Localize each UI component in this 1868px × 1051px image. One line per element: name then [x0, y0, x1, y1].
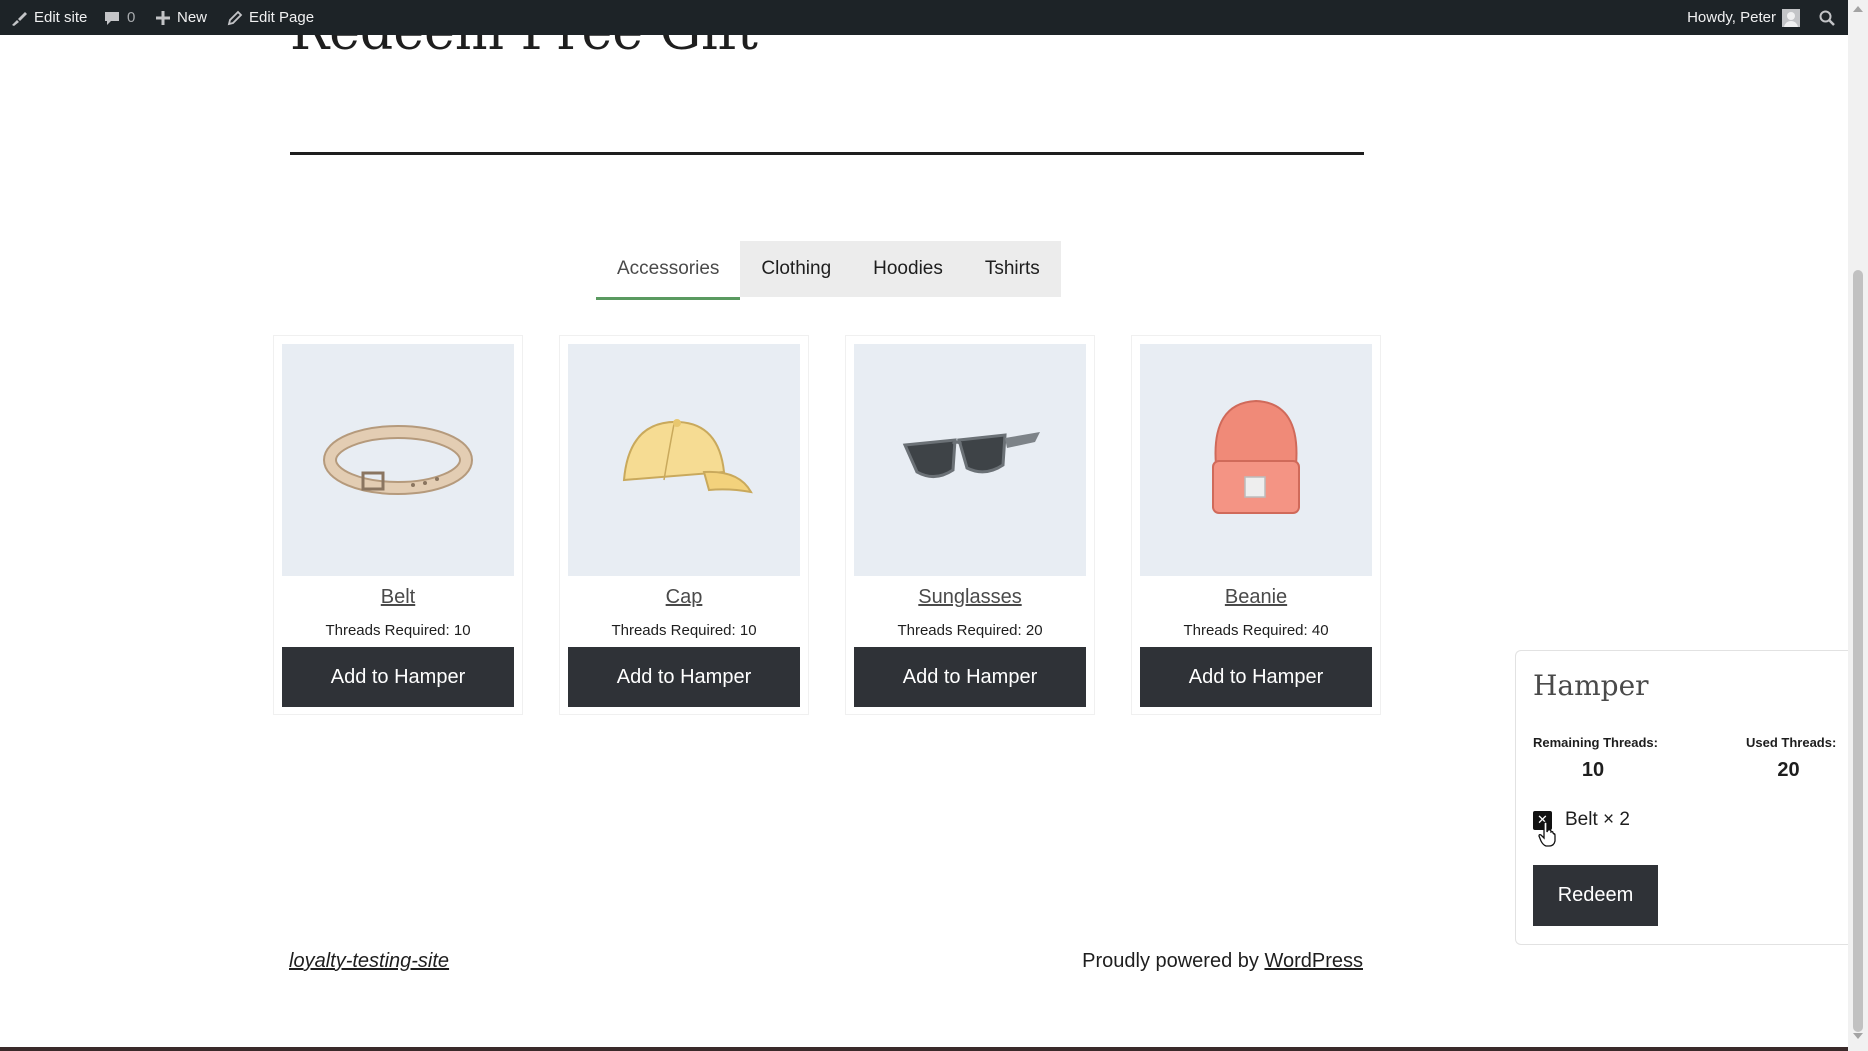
add-to-hamper-beanie-button[interactable]: Add to Hamper [1140, 647, 1372, 707]
scroll-down-arrow-icon[interactable] [1853, 1033, 1863, 1039]
edit-page-label: Edit Page [249, 9, 315, 26]
used-threads-value: 20 [1777, 759, 1800, 781]
threads-required-cap: Threads Required: 10 [611, 622, 757, 639]
tab-tshirts[interactable]: Tshirts [963, 241, 1061, 297]
comments-link[interactable]: 0 [103, 0, 135, 35]
threads-required-beanie: Threads Required: 40 [1183, 622, 1329, 639]
sunglasses-icon [902, 432, 1040, 478]
plus-icon [156, 10, 170, 25]
product-card-cap: Cap Threads Required: 10 Add to Hamper [559, 335, 809, 715]
add-to-hamper-sunglasses-button[interactable]: Add to Hamper [854, 647, 1086, 707]
new-label: New [177, 9, 208, 26]
remaining-threads-label: Remaining Threads: [1533, 735, 1658, 750]
cap-icon [622, 419, 753, 494]
beanie-icon [1212, 399, 1300, 514]
product-image-belt [282, 344, 514, 576]
product-name-sunglasses[interactable]: Sunglasses [846, 586, 1094, 609]
tab-hoodies[interactable]: Hoodies [852, 241, 964, 297]
hamper-title: Hamper [1533, 669, 1649, 702]
product-name-cap[interactable]: Cap [560, 586, 808, 609]
used-threads-label: Used Threads: [1746, 735, 1837, 750]
footer-site-link[interactable]: loyalty-testing-site [289, 950, 449, 973]
admin-bar: Edit site 0 New Edit Page Howdy, Peter [0, 0, 1848, 35]
edit-site-link[interactable]: Edit site [10, 0, 87, 35]
product-name-beanie[interactable]: Beanie [1132, 586, 1380, 609]
comments-count: 0 [127, 9, 136, 26]
hamper-item-label: Belt × 2 [1565, 809, 1630, 830]
product-name-belt[interactable]: Belt [274, 586, 522, 609]
comment-bubble-icon [105, 11, 119, 25]
tab-accessories[interactable]: Accessories [596, 241, 741, 300]
footer-powered-by: Proudly powered by WordPress [1082, 950, 1363, 973]
product-card-belt: Belt Threads Required: 10 Add to Hamper [273, 335, 523, 715]
hamper-panel: Hamper Remaining Threads: Used Threads: … [1515, 650, 1849, 945]
new-content-link[interactable]: New [155, 0, 207, 35]
threads-required-sunglasses: Threads Required: 20 [897, 622, 1043, 639]
wordpress-link[interactable]: WordPress [1264, 950, 1363, 972]
add-to-hamper-belt-button[interactable]: Add to Hamper [282, 647, 514, 707]
edit-page-link[interactable]: Edit Page [227, 0, 314, 35]
admin-search-button[interactable] [1818, 0, 1836, 35]
product-image-cap [568, 344, 800, 576]
scrollbar-thumb[interactable] [1853, 270, 1863, 1032]
product-card-sunglasses: Sunglasses Threads Required: 20 Add to H… [845, 335, 1095, 715]
bottom-border [0, 1047, 1848, 1051]
pencil-icon [227, 10, 243, 25]
belt-icon [323, 425, 473, 495]
avatar [1782, 8, 1800, 27]
howdy-label: Howdy, Peter [1687, 9, 1776, 26]
product-image-beanie [1140, 344, 1372, 576]
vertical-scrollbar[interactable] [1848, 0, 1868, 1051]
user-account-menu[interactable]: Howdy, Peter [1687, 0, 1800, 35]
wordpress-brush-icon [12, 11, 27, 26]
product-card-beanie: Beanie Threads Required: 40 Add to Hampe… [1131, 335, 1381, 715]
title-divider [290, 152, 1364, 155]
product-image-sunglasses [854, 344, 1086, 576]
product-grid: Belt Threads Required: 10 Add to Hamper … [273, 335, 1381, 715]
add-to-hamper-cap-button[interactable]: Add to Hamper [568, 647, 800, 707]
search-icon [1819, 10, 1835, 26]
tab-clothing[interactable]: Clothing [740, 241, 853, 297]
scroll-up-arrow-icon[interactable] [1853, 6, 1863, 12]
mouse-cursor-icon [1538, 821, 1556, 847]
edit-site-label: Edit site [34, 9, 88, 26]
threads-required-belt: Threads Required: 10 [325, 622, 471, 639]
category-tabs: Accessories Clothing Hoodies Tshirts [596, 241, 1061, 300]
powered-by-text: Proudly powered by [1082, 950, 1265, 972]
remaining-threads-value: 10 [1581, 759, 1605, 781]
redeem-button[interactable]: Redeem [1533, 865, 1658, 926]
